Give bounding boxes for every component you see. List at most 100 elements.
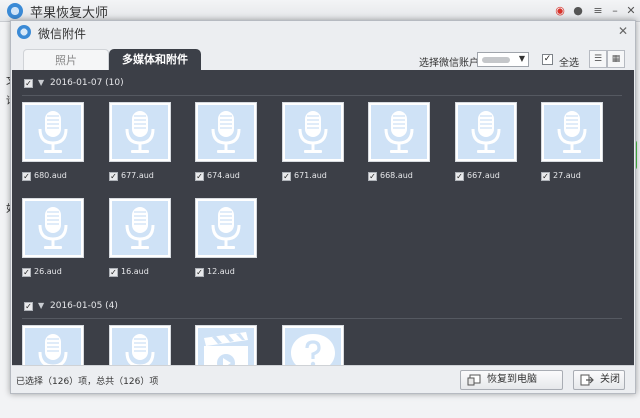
date-group-header[interactable]: ✓ ▼ 2016-01-05 (4)	[12, 298, 634, 319]
minimize-icon[interactable]: –	[608, 4, 622, 18]
video-file-icon	[198, 328, 254, 365]
audio-file-icon	[112, 328, 168, 365]
file-name: 680.aud	[34, 171, 67, 180]
file-name: 667.aud	[467, 171, 500, 180]
app-logo-icon	[7, 3, 23, 19]
tab-media-attachments[interactable]: 多媒体和附件	[109, 49, 201, 70]
attachment-tile[interactable]	[282, 325, 346, 365]
dialog-titlebar: 微信附件 ✕	[11, 21, 635, 45]
unknown-file-icon	[285, 328, 341, 365]
audio-thumbnail[interactable]	[109, 102, 171, 162]
file-name: 26.aud	[34, 267, 62, 276]
item-checkbox[interactable]: ✓	[22, 268, 31, 277]
attachment-tile[interactable]: ✓ 27.aud	[541, 102, 605, 182]
audio-file-icon	[198, 105, 254, 159]
dialog-close-icon[interactable]: ✕	[616, 24, 630, 38]
item-checkbox[interactable]: ✓	[22, 172, 31, 181]
selection-summary: 已选择（126）项，总共（126）项	[16, 377, 159, 387]
audio-thumbnail[interactable]	[22, 325, 84, 365]
dialog-logo-icon	[17, 25, 31, 39]
audio-file-icon	[285, 105, 341, 159]
unknown-thumbnail[interactable]	[282, 325, 344, 365]
attachment-tile[interactable]: ✓ 677.aud	[109, 102, 173, 182]
file-name: 668.aud	[380, 171, 413, 180]
audio-file-icon	[25, 105, 81, 159]
item-checkbox[interactable]: ✓	[109, 172, 118, 181]
weibo-icon[interactable]: ◉	[553, 4, 567, 18]
file-name: 16.aud	[121, 267, 149, 276]
audio-file-icon	[112, 201, 168, 255]
file-name: 674.aud	[207, 171, 240, 180]
account-name-blurred	[482, 57, 510, 63]
tab-photos[interactable]: 照片	[23, 49, 109, 70]
audio-thumbnail[interactable]	[22, 102, 84, 162]
restore-icon	[467, 374, 481, 386]
attachment-tile[interactable]: ✓ 26.aud	[22, 198, 86, 278]
item-checkbox[interactable]: ✓	[541, 172, 550, 181]
audio-thumbnail[interactable]	[368, 102, 430, 162]
close-icon[interactable]: ✕	[624, 4, 638, 18]
close-button[interactable]: 关闭	[573, 370, 625, 390]
audio-thumbnail[interactable]	[541, 102, 603, 162]
audio-thumbnail[interactable]	[195, 198, 257, 258]
app-titlebar: 苹果恢复大师 ◉ ● ≡ – ✕	[0, 0, 640, 22]
file-name: 12.aud	[207, 267, 235, 276]
collapse-triangle-icon[interactable]: ▼	[38, 78, 44, 87]
group-date-label: 2016-01-05 (4)	[50, 301, 118, 311]
attachment-tile[interactable]: ✓ 667.aud	[455, 102, 519, 182]
chevron-down-icon: ▼	[518, 54, 525, 63]
date-group-header[interactable]: ✓ ▼ 2016-01-07 (10)	[12, 75, 634, 96]
exit-icon	[580, 374, 594, 386]
collapse-triangle-icon[interactable]: ▼	[38, 301, 44, 310]
account-select[interactable]: ▼	[477, 52, 529, 67]
close-label: 关闭	[600, 374, 620, 385]
chat-icon[interactable]: ●	[571, 4, 585, 18]
account-select-label: 选择微信账户	[419, 58, 479, 69]
item-checkbox[interactable]: ✓	[455, 172, 464, 181]
attachment-tile[interactable]	[195, 325, 259, 365]
attachment-tile[interactable]	[22, 325, 86, 365]
audio-file-icon	[198, 201, 254, 255]
restore-label: 恢复到电脑	[487, 374, 537, 385]
group-checkbox[interactable]: ✓	[24, 79, 33, 88]
file-name: 27.aud	[553, 171, 581, 180]
item-checkbox[interactable]: ✓	[109, 268, 118, 277]
select-all-label: 全选	[559, 58, 579, 69]
list-view-icon[interactable]: ☰	[589, 50, 607, 68]
attachment-tile[interactable]: ✓ 16.aud	[109, 198, 173, 278]
audio-thumbnail[interactable]	[455, 102, 517, 162]
attachment-tile[interactable]: ✓ 680.aud	[22, 102, 86, 182]
video-thumbnail[interactable]	[195, 325, 257, 365]
audio-thumbnail[interactable]	[109, 198, 171, 258]
group-checkbox[interactable]: ✓	[24, 302, 33, 311]
audio-file-icon	[371, 105, 427, 159]
audio-thumbnail[interactable]	[22, 198, 84, 258]
group-date-label: 2016-01-07 (10)	[50, 78, 124, 88]
item-checkbox[interactable]: ✓	[195, 268, 204, 277]
audio-thumbnail[interactable]	[282, 102, 344, 162]
attachment-tile[interactable]: ✓ 671.aud	[282, 102, 346, 182]
group-divider	[22, 95, 622, 96]
audio-file-icon	[544, 105, 600, 159]
attachment-tile[interactable]: ✓ 674.aud	[195, 102, 259, 182]
attachments-content[interactable]: ✓ ▼ 2016-01-07 (10) ✓ 680.aud ✓ 677.aud ✓ 674.au…	[12, 70, 634, 365]
audio-file-icon	[112, 105, 168, 159]
audio-thumbnail[interactable]	[195, 102, 257, 162]
grid-view-icon[interactable]: ▦	[607, 50, 625, 68]
status-bar: 已选择（126）项，总共（126）项 恢复到电脑 关闭	[12, 365, 634, 393]
audio-file-icon	[458, 105, 514, 159]
attachment-tile[interactable]	[109, 325, 173, 365]
file-name: 671.aud	[294, 171, 327, 180]
attachment-tile[interactable]: ✓ 12.aud	[195, 198, 259, 278]
select-all-checkbox[interactable]: ✓	[542, 54, 553, 65]
audio-thumbnail[interactable]	[109, 325, 171, 365]
attachment-tile[interactable]: ✓ 668.aud	[368, 102, 432, 182]
item-checkbox[interactable]: ✓	[368, 172, 377, 181]
item-checkbox[interactable]: ✓	[282, 172, 291, 181]
dialog-title: 微信附件	[38, 27, 87, 41]
audio-file-icon	[25, 201, 81, 255]
restore-to-pc-button[interactable]: 恢复到电脑	[460, 370, 563, 390]
wechat-attachments-dialog: 微信附件 ✕ 照片 多媒体和附件 选择微信账户 ▼ ✓ 全选 ☰ ▦ ✓ ▼ 201…	[10, 20, 636, 394]
item-checkbox[interactable]: ✓	[195, 172, 204, 181]
menu-icon[interactable]: ≡	[591, 4, 605, 18]
